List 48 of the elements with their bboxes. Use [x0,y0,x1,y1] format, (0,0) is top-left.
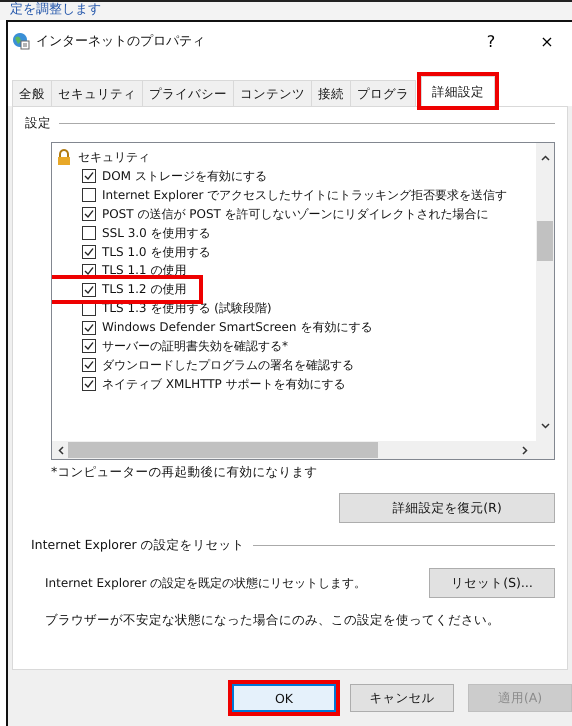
setting-item[interactable]: TLS 1.0 を使用する [52,242,210,262]
horizontal-scrollbar[interactable] [52,441,554,459]
checkbox[interactable] [82,169,96,184]
setting-item[interactable]: ネイティブ XMLHTTP サポートを有効にする [52,374,346,394]
tab[interactable]: セキュリティ [51,80,143,106]
scroll-thumb[interactable] [68,442,378,458]
tab[interactable]: プログラ [350,80,416,106]
reset-warning: ブラウザーが不安定な状態になった場合にのみ、この設定を使ってください。 [45,612,501,629]
checkbox[interactable] [82,339,96,354]
tab[interactable]: 全般 [12,80,52,106]
checkbox[interactable] [82,207,96,222]
background-text: 定を調整します [0,0,572,20]
dialog-button[interactable]: キャンセル [350,684,454,712]
setting-item[interactable]: TLS 1.2 の使用 [52,280,198,300]
setting-item[interactable]: Windows Defender SmartScreen を有効にする [52,318,372,338]
window-title: インターネットのプロパティ [36,33,206,50]
help-button[interactable]: ? [466,26,516,56]
close-button[interactable]: × [522,26,572,56]
setting-item[interactable]: DOM ストレージを有効にする [52,167,267,186]
vertical-scrollbar[interactable] [536,143,554,441]
checkbox[interactable] [82,377,96,392]
reset-description: Internet Explorer の設定を既定の状態にリセットします。 [45,574,366,592]
setting-item[interactable]: サーバーの証明書失効を確認する* [52,337,288,356]
group-label: Internet Explorer の設定をリセット [31,537,245,554]
settings-list[interactable] [51,142,555,460]
setting-item[interactable]: POST の送信が POST を許可しないゾーンにリダイレクトされた場合に [52,204,489,224]
setting-item[interactable]: ダウンロードしたプログラムの署名を確認する [52,356,354,375]
checkbox[interactable] [82,188,96,202]
globe-icon [12,32,30,50]
tab[interactable]: コンテンツ [233,80,312,106]
chevron-left-icon[interactable] [58,446,64,454]
group-label: 設定 [25,115,51,132]
scroll-thumb[interactable] [537,221,553,261]
lock-icon [56,149,72,165]
tab[interactable]: プライバシー [142,80,234,106]
category-label: セキュリティ [78,148,150,166]
setting-item[interactable]: SSL 3.0 を使用する [52,224,211,243]
checkbox[interactable] [82,282,96,297]
reset-button[interactable]: リセット(S)... [429,568,555,598]
checkbox[interactable] [82,245,96,259]
checkbox[interactable] [82,226,96,240]
tab[interactable]: 接続 [311,80,351,106]
restore-button[interactable]: 詳細設定を復元(R) [339,493,555,523]
restart-note: *コンピューターの再起動後に有効になります [51,464,318,481]
checkbox[interactable] [82,320,96,335]
checkbox[interactable] [82,358,96,372]
setting-item[interactable]: Internet Explorer でアクセスしたサイトにトラッキング拒否要求を送信す [52,186,508,205]
chevron-right-icon[interactable] [522,446,528,454]
